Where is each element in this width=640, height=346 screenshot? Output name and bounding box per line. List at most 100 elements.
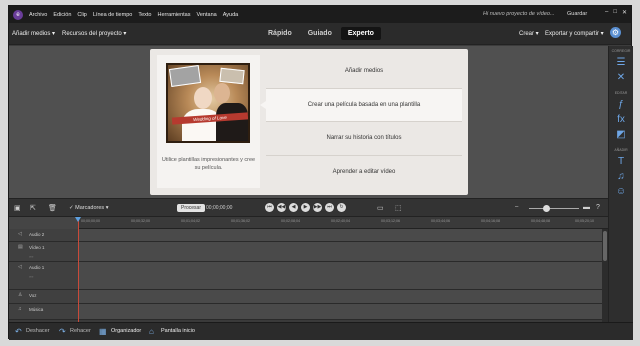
ruler-tick: 00;02;40;04 [331, 219, 350, 223]
menu-herramientas[interactable]: Herramientas [157, 12, 190, 18]
export-clip-icon[interactable]: ⇱ [30, 204, 36, 212]
ruler-tick: 00;00;32;00 [131, 219, 150, 223]
music-icon[interactable]: ♫ [615, 171, 628, 182]
tab-rapido[interactable]: Rápido [261, 27, 299, 40]
speaker-icon[interactable]: ◁ [18, 264, 22, 270]
tab-guiado[interactable]: Guiado [301, 27, 339, 40]
action-learn-editing[interactable]: Aprender a editar vídeo [266, 156, 462, 189]
go-to-start-icon[interactable]: ⏮ [265, 203, 274, 212]
loop-icon[interactable]: ↻ [337, 203, 346, 212]
track-audio-1: ◁ Audio 1 ▫▫▫ [9, 262, 608, 290]
gear-icon[interactable]: ⚙ [610, 27, 621, 38]
action-narrate-titles[interactable]: Narrar su historia con títulos [266, 122, 462, 156]
monitor-icon[interactable]: ▭ [377, 204, 384, 212]
sliders-icon[interactable]: ☰ [615, 57, 628, 68]
track-body[interactable] [79, 304, 602, 319]
menu-ayuda[interactable]: Ayuda [223, 12, 239, 18]
playhead[interactable] [75, 217, 81, 322]
color-icon[interactable]: ◩ [615, 129, 628, 140]
process-button[interactable]: Procesar [177, 204, 206, 212]
fast-forward-icon[interactable]: ▶▶ [313, 203, 322, 212]
track-toggles[interactable]: ▫▫▫ [29, 274, 33, 279]
project-assets-button[interactable]: Recursos del proyecto ▾ [62, 30, 126, 37]
step-back-icon[interactable]: ◀ [289, 203, 298, 212]
mode-switcher: Rápido Guiado Experto [261, 27, 381, 40]
home-screen-button[interactable]: Pantalla inicio [161, 328, 195, 334]
zoom-out-icon[interactable]: – [515, 204, 518, 210]
film-icon[interactable]: ▤ [18, 244, 23, 250]
rewind-icon[interactable]: ◀◀ [277, 203, 286, 212]
track-name: Audio 1 [29, 265, 45, 270]
action-create-from-template[interactable]: Crear una película basada en una plantil… [260, 88, 462, 122]
welcome-card: Wedding of Love Utilice plantillas impre… [150, 49, 468, 195]
media-icon[interactable]: ▣ [14, 204, 21, 212]
help-icon[interactable]: ? [596, 204, 600, 211]
redo-button[interactable]: Rehacer [70, 328, 91, 334]
export-share-button[interactable]: Exportar y compartir ▾ [545, 30, 604, 37]
redo-icon[interactable]: ↷ [59, 327, 66, 336]
mini-photo-2 [219, 67, 245, 85]
menu-texto[interactable]: Texto [138, 12, 151, 18]
go-to-end-icon[interactable]: ⏭ [325, 203, 334, 212]
zoom-slider-handle[interactable] [543, 205, 550, 212]
ruler-tick: 00;04;16;08 [481, 219, 500, 223]
create-label: Crear [519, 31, 535, 37]
menu-linea-de-tiempo[interactable]: Línea de tiempo [93, 12, 132, 18]
track-header: ◁ Audio 1 ▫▫▫ [9, 262, 79, 289]
save-button[interactable]: Guardar [567, 11, 587, 17]
scrollbar-thumb[interactable] [603, 231, 607, 261]
ruler-tick: 00;01;36;02 [231, 219, 250, 223]
undo-button[interactable]: Deshacer [26, 328, 50, 334]
track-body[interactable] [79, 262, 602, 289]
organizer-button[interactable]: Organizador [111, 328, 141, 334]
ruler-tick: 00;03;44;06 [431, 219, 450, 223]
ruler-tick: 00;01;04;02 [181, 219, 200, 223]
track-name: Audio 2 [29, 232, 45, 237]
track-body[interactable] [79, 242, 602, 261]
effects-icon[interactable]: ƒ [615, 99, 628, 110]
tools-icon[interactable]: ✕ [615, 72, 628, 83]
section-corregir: CORREGIR [611, 49, 631, 53]
export-share-label: Exportar y compartir [545, 31, 600, 37]
play-icon[interactable]: ▶ [301, 203, 310, 212]
minimize-icon[interactable]: – [605, 9, 608, 16]
track-name: Vídeo 1 [29, 245, 45, 250]
markers-button[interactable]: ✓ Marcadores ▾ [69, 205, 108, 211]
maximize-icon[interactable]: □ [613, 9, 617, 16]
music-note-icon[interactable]: ♫ [18, 306, 22, 312]
menu-edicion[interactable]: Edición [53, 12, 71, 18]
add-media-button[interactable]: Añadir medios ▾ [12, 30, 55, 37]
zoom-in-icon[interactable]: ▬ [583, 204, 590, 211]
fx-icon[interactable]: fx [615, 114, 628, 125]
menu-clip[interactable]: Clip [77, 12, 86, 18]
title-icon[interactable]: T [615, 156, 628, 167]
undo-icon[interactable]: ↶ [15, 327, 22, 336]
timeline-scrollbar[interactable] [602, 229, 608, 322]
action-add-media[interactable]: Añadir medios [266, 55, 462, 89]
track-toggles[interactable]: ▫▫▫ [29, 254, 33, 259]
status-bar: ↶ Deshacer ↷ Rehacer ▦ Organizador ⌂ Pan… [9, 322, 633, 340]
microphone-icon[interactable]: ♙ [18, 292, 22, 298]
menu-ventana[interactable]: Ventana [197, 12, 217, 18]
monitor-panel: Wedding of Love Utilice plantillas impre… [9, 46, 608, 198]
zoom-slider[interactable] [529, 208, 579, 209]
trash-icon[interactable]: 🗑 [48, 204, 57, 212]
template-preview[interactable]: Wedding of Love Utilice plantillas impre… [157, 55, 260, 188]
toolbar: Añadir medios ▾ Recursos del proyecto ▾ … [9, 23, 631, 45]
home-icon[interactable]: ⌂ [149, 327, 154, 336]
tab-experto[interactable]: Experto [340, 27, 381, 40]
speaker-icon[interactable]: ◁ [18, 231, 22, 237]
graphics-icon[interactable]: ☺ [615, 186, 628, 197]
track-body[interactable] [79, 290, 602, 303]
close-icon[interactable]: ✕ [622, 9, 627, 16]
window-controls: – □ ✕ [605, 9, 627, 16]
organizer-icon[interactable]: ▦ [99, 327, 107, 336]
track-body[interactable] [79, 229, 602, 241]
fit-icon[interactable]: ⬚ [395, 204, 402, 212]
create-button[interactable]: Crear ▾ [519, 30, 539, 37]
ruler-tick: 00;02;08;04 [281, 219, 300, 223]
menu-archivo[interactable]: Archivo [29, 12, 47, 18]
timeline-ruler[interactable]: 00;00;00;00 00;00;32;00 00;01;04;02 00;0… [9, 217, 608, 229]
timecode-display: 00;00;00;00 [206, 205, 233, 211]
track-audio-2: ◁ Audio 2 [9, 229, 608, 242]
